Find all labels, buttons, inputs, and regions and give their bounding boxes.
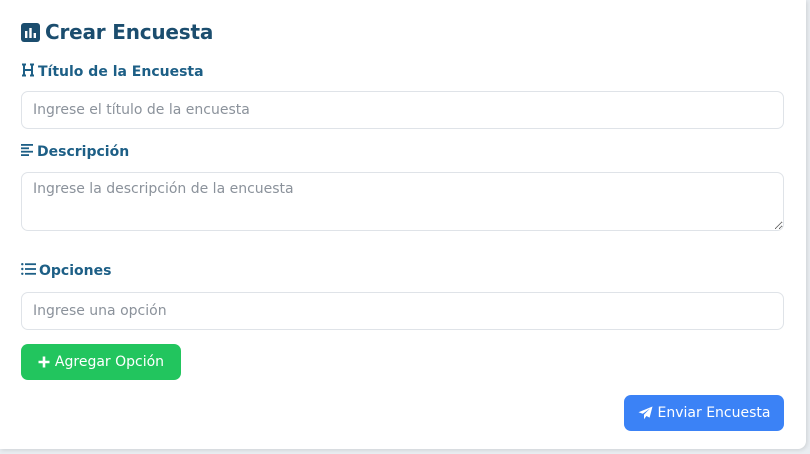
submit-survey-button[interactable]: Enviar Encuesta (624, 395, 784, 431)
list-icon (21, 263, 36, 279)
create-survey-card: Crear Encuesta Título de la Encuesta Des… (0, 0, 806, 449)
survey-title-label-text: Título de la Encuesta (38, 64, 204, 80)
plus-icon (38, 356, 50, 368)
survey-title-label: Título de la Encuesta (21, 63, 204, 81)
options-label-text: Opciones (39, 263, 112, 279)
page-header: Crear Encuesta (21, 19, 213, 45)
survey-title-input[interactable] (21, 91, 784, 129)
option-input[interactable] (21, 292, 784, 330)
description-textarea[interactable] (21, 172, 784, 231)
add-option-button[interactable]: Agregar Opción (21, 344, 181, 380)
paper-plane-icon (638, 406, 653, 420)
bar-chart-icon (21, 22, 40, 42)
options-label: Opciones (21, 263, 111, 279)
description-label-text: Descripción (37, 144, 130, 160)
add-option-button-label: Agregar Opción (54, 354, 165, 370)
description-label: Descripción (21, 144, 129, 160)
submit-survey-button-label: Enviar Encuesta (657, 405, 771, 421)
align-left-icon (21, 144, 34, 160)
heading-icon (21, 63, 35, 81)
page-title: Crear Encuesta (45, 20, 214, 44)
